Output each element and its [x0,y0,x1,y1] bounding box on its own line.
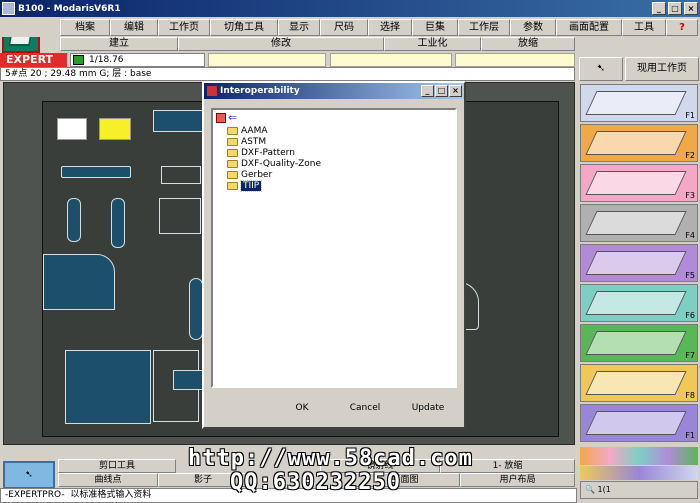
update-button[interactable]: Update [398,403,458,413]
color-palette[interactable] [580,447,698,465]
pattern-piece[interactable] [189,278,203,340]
pattern-outline[interactable] [159,198,201,234]
window-title: B100 - ModarisV6R1 [18,3,121,14]
ok-button[interactable]: OK [272,403,332,413]
submenu-industrialize[interactable]: 工业化 [384,37,481,51]
notch-tool-button[interactable]: 剪口工具 [58,459,176,473]
folder-icon [227,148,238,157]
tree-item-dxf-quality-zone[interactable]: DXF-Quality-Zone [227,158,321,169]
pattern-piece[interactable] [153,110,205,132]
root-icon [216,113,226,123]
pattern-piece[interactable] [43,254,115,310]
dialog-close-button[interactable]: × [449,85,462,97]
app-icon [2,2,15,15]
user-layout-button[interactable]: 用户布局 [460,473,575,487]
tree-item-gerber[interactable]: Gerber [227,169,272,180]
zoom-icon: 🔍 [585,485,595,494]
green-ruler-icon [73,55,84,65]
interoperability-dialog: Interoperability _ □ × ⇐ AAMA ASTM DXF-P… [202,81,466,429]
info-field [208,53,326,67]
menu-params[interactable]: 参数 [510,19,556,36]
tree-item-tiip[interactable]: TIIP [227,179,263,192]
active-sheet-tab[interactable]: 现用工作页 [625,57,699,81]
menu-select[interactable]: 选择 [368,19,412,36]
menu-tools[interactable]: 工具 [622,19,666,36]
tree-item-astm[interactable]: ASTM [227,136,266,147]
right-tool-panel: ➷ 现用工作页 F1 F2 F3 F4 F5 F6 F7 F8 F1 🔍 1(1 [577,53,700,500]
tree-item-dxf-pattern[interactable]: DXF-Pattern [227,147,295,158]
menu-edit[interactable]: 编辑 [110,19,158,36]
pointer-icon: ➷ [596,63,606,74]
pointer-tool-button[interactable]: ➷ [579,57,623,81]
menu-file[interactable]: 档案 [60,19,110,36]
pattern-outline[interactable] [161,166,201,184]
arrow-left-icon: ⇐ [228,111,238,124]
scale-value: 1/18.76 [89,55,124,65]
menu-layers[interactable]: 工作层 [458,19,510,36]
fkey-f2-button[interactable]: F2 [580,124,698,162]
submenu-modify[interactable]: 修改 [178,37,384,51]
fkey-f7-button[interactable]: F7 [580,324,698,362]
fkey-f3-button[interactable]: F3 [580,164,698,202]
fkey-f5-button[interactable]: F5 [580,244,698,282]
menu-worksheet[interactable]: 工作页 [158,19,210,36]
maximize-button[interactable]: □ [668,2,682,15]
submenu-create[interactable]: 建立 [60,37,178,51]
scale-field: 1/18.76 [70,53,205,67]
fkey-f1b-button[interactable]: F1 [580,404,698,442]
mode-prompt: -EXPERTPRO- [5,490,65,500]
watermark-qq: QQ:630232250 [230,470,401,495]
zoom-controls[interactable]: 🔍 1(1 [580,481,698,499]
menu-sizes[interactable]: 尺码 [320,19,368,36]
fkey-f6-button[interactable]: F6 [580,284,698,322]
tree-item-aama[interactable]: AAMA [227,125,268,136]
piece-thumbnail[interactable] [57,118,87,140]
cancel-button[interactable]: Cancel [335,403,395,413]
minimize-button[interactable]: _ [652,2,666,15]
piece-thumbnail[interactable] [99,118,131,140]
menu-display[interactable]: 显示 [278,19,320,36]
sub-menu-bar: 建立 修改 工业化 放缩 [60,37,575,51]
info-field [330,53,452,67]
menu-macro[interactable]: 巨集 [412,19,458,36]
folder-icon [227,170,238,179]
pattern-piece[interactable] [67,198,81,242]
menu-bar: 档案 编辑 工作页 切角工具 显示 尺码 选择 巨集 工作层 参数 画面配置 工… [0,17,700,37]
submenu-grading[interactable]: 放缩 [481,37,575,51]
fkey-f4-button[interactable]: F4 [580,204,698,242]
dialog-app-icon [207,86,217,96]
dialog-minimize-button[interactable]: _ [421,85,434,97]
folder-icon [227,159,238,168]
dialog-maximize-button[interactable]: □ [435,85,448,97]
folder-icon [227,126,238,135]
menu-help[interactable]: ? [666,19,698,36]
dialog-titlebar: Interoperability _ □ × [204,83,464,99]
close-button[interactable]: × [684,2,698,15]
tree-root[interactable]: ⇐ [216,111,238,124]
pattern-piece[interactable] [61,166,131,178]
pattern-piece[interactable] [65,350,151,424]
folder-icon [227,137,238,146]
window-titlebar: B100 - ModarisV6R1 _ □ × [0,0,700,17]
expert-label: EXPERT [0,53,67,67]
dialog-title: Interoperability [220,86,300,96]
menu-screen-config[interactable]: 画面配置 [556,19,622,36]
color-palette[interactable] [580,466,698,480]
format-tree[interactable]: ⇐ AAMA ASTM DXF-Pattern DXF-Quality-Zone… [211,108,457,388]
coordinate-readout: 5#点 20 ; 29.48 mm G; 层 : base [0,67,575,81]
fkey-f8-button[interactable]: F8 [580,364,698,402]
info-field [455,53,575,67]
folder-icon [227,181,238,190]
menu-corner-tools[interactable]: 切角工具 [210,19,278,36]
watermark-url: http://www.58cad.com [188,446,473,471]
fkey-f1-button[interactable]: F1 [580,84,698,122]
status-message: 以标准格式输入资料 [70,490,152,500]
pattern-piece[interactable] [111,198,125,248]
curve-point-button[interactable]: 曲线点 [58,473,158,487]
